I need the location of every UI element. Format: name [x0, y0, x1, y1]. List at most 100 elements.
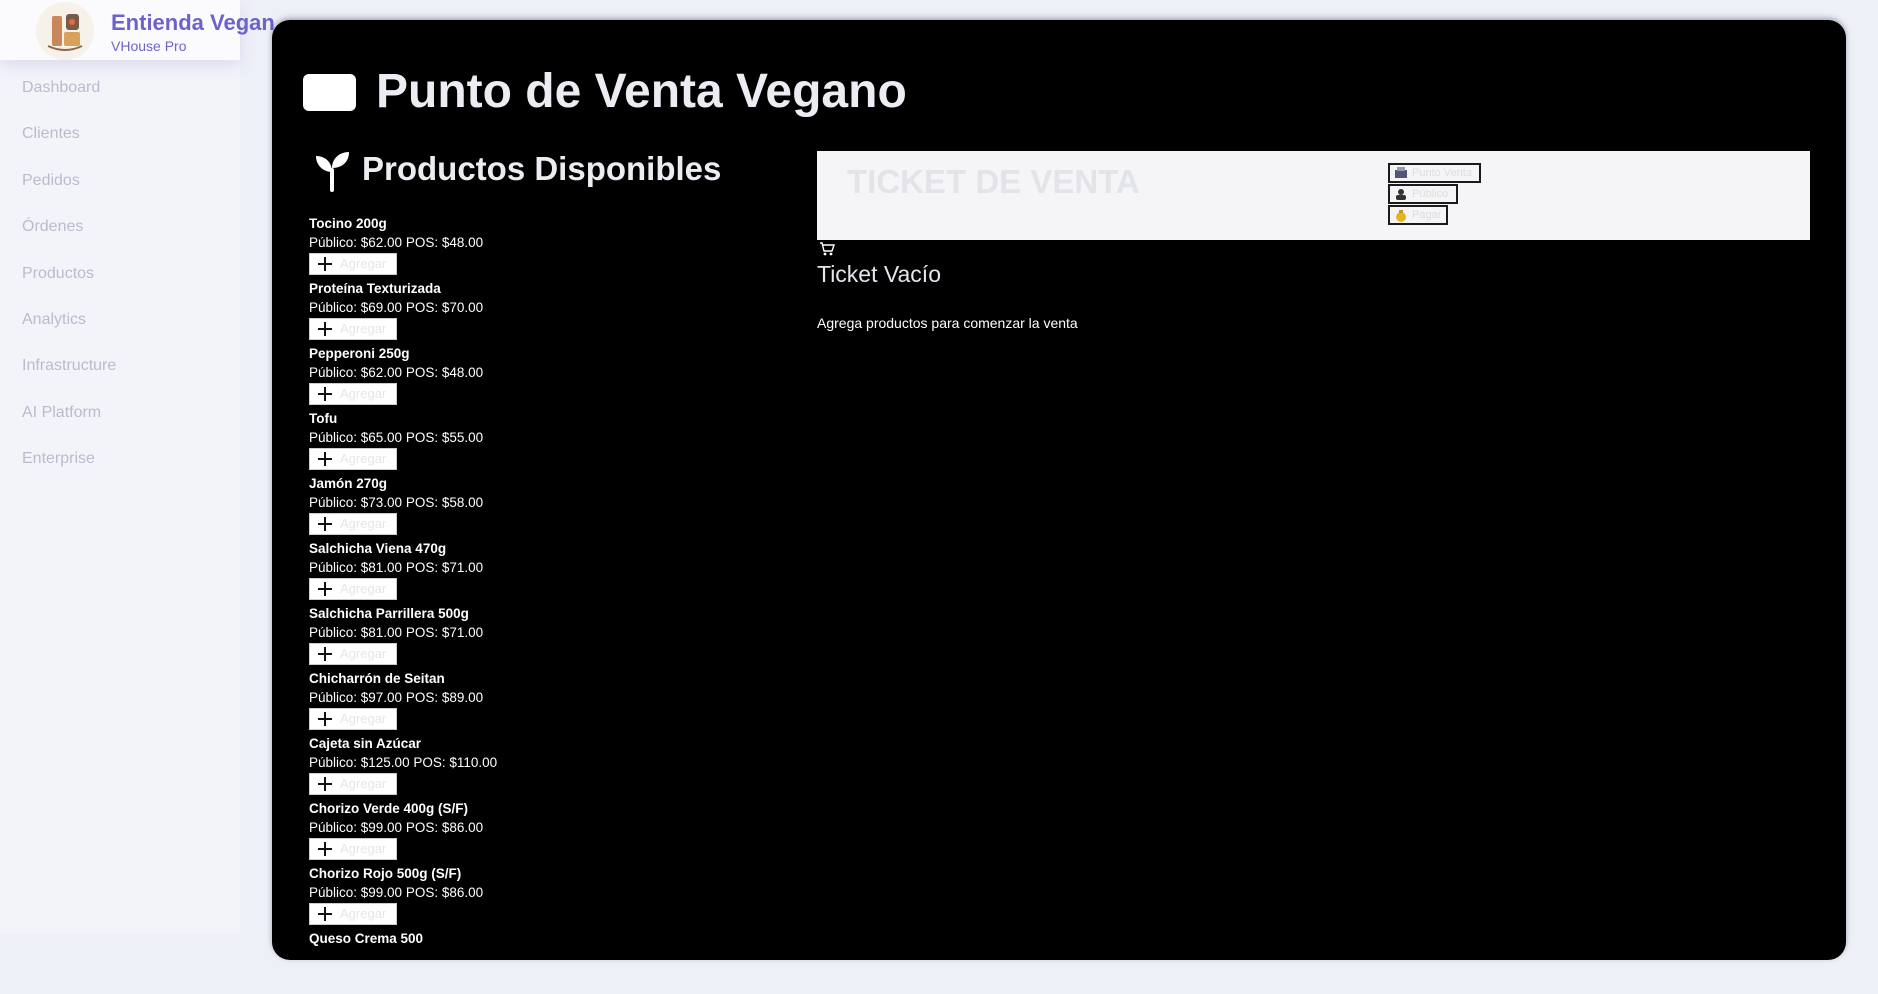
- sidebar-item-infrastructure[interactable]: Infrastructure: [22, 354, 116, 400]
- product-price: Público: $81.00 POS: $71.00: [309, 560, 484, 575]
- add-button-label: Agregar: [340, 321, 387, 336]
- sidebar-item-ordenes[interactable]: Órdenes: [22, 215, 116, 261]
- product-name: Proteína Texturizada: [309, 281, 441, 296]
- brand-header: Entienda Vegan VHouse Pro: [0, 0, 275, 60]
- add-button-label: Agregar: [340, 776, 387, 791]
- punto-venta-option[interactable]: Punto Venta: [1388, 163, 1481, 183]
- product-name: Tofu: [309, 411, 338, 426]
- ticket-title: TICKET DE VENTA: [847, 163, 1140, 200]
- sidebar-item-pedidos[interactable]: Pedidos: [22, 169, 116, 215]
- plus-icon: [318, 387, 332, 401]
- product-item: Proteína Texturizada Público: $69.00 POS…: [309, 279, 497, 344]
- add-product-button[interactable]: Agregar: [309, 773, 397, 795]
- add-product-button[interactable]: Agregar: [309, 578, 397, 600]
- plus-icon: [318, 907, 332, 921]
- product-name: Chorizo Rojo 500g (S/F): [309, 866, 462, 881]
- add-product-button[interactable]: Agregar: [309, 448, 397, 470]
- product-price: Público: $65.00 POS: $55.00: [309, 430, 484, 445]
- sidebar-item-analytics[interactable]: Analytics: [22, 308, 116, 354]
- product-price: Público: $99.00 POS: $86.00: [309, 885, 484, 900]
- plus-icon: [318, 582, 332, 596]
- add-product-button[interactable]: Agregar: [309, 903, 397, 925]
- money-bag-icon: [1396, 210, 1406, 222]
- sidebar-item-enterprise[interactable]: Enterprise: [22, 447, 116, 493]
- pagar-option[interactable]: Pagar: [1388, 205, 1448, 225]
- empty-ticket-title: Ticket Vacío: [817, 261, 941, 287]
- add-button-label: Agregar: [340, 451, 387, 466]
- add-product-button[interactable]: Agregar: [309, 318, 397, 340]
- product-item: Cajeta sin Azúcar Público: $125.00 POS: …: [309, 734, 497, 799]
- plus-icon: [318, 842, 332, 856]
- product-item: Salchicha Viena 470g Público: $81.00 POS…: [309, 539, 497, 604]
- product-item: Chicharrón de Seitan Público: $97.00 POS…: [309, 669, 497, 734]
- plus-icon: [318, 777, 332, 791]
- product-name: Cajeta sin Azúcar: [309, 736, 422, 751]
- main-panel: Punto de Venta Vegano Productos Disponib…: [272, 20, 1846, 960]
- option-label: Punto Venta: [1412, 167, 1472, 179]
- add-button-label: Agregar: [340, 256, 387, 271]
- plus-icon: [318, 257, 332, 271]
- empty-ticket-subtitle: Agrega productos para comenzar la venta: [817, 315, 1078, 331]
- add-button-label: Agregar: [340, 581, 387, 596]
- plus-icon: [318, 712, 332, 726]
- sidebar-nav: Dashboard Clientes Pedidos Órdenes Produ…: [22, 76, 116, 494]
- sprout-icon: [312, 150, 352, 197]
- add-button-label: Agregar: [340, 646, 387, 661]
- product-item: Chorizo Verde 400g (S/F) Público: $99.00…: [309, 799, 497, 864]
- brand-logo[interactable]: [36, 2, 94, 60]
- brand-subtitle: VHouse Pro: [111, 38, 187, 54]
- cart-icon: [819, 242, 835, 261]
- product-item: Jamón 270g Público: $73.00 POS: $58.00 A…: [309, 474, 497, 539]
- sidebar-item-dashboard[interactable]: Dashboard: [22, 76, 116, 122]
- product-price: Público: $62.00 POS: $48.00: [309, 365, 484, 380]
- product-name: Chicharrón de Seitan: [309, 671, 445, 686]
- plus-icon: [318, 322, 332, 336]
- product-price: Público: $81.00 POS: $71.00: [309, 625, 484, 640]
- product-item: Queso Crema 500: [309, 929, 497, 994]
- add-product-button[interactable]: Agregar: [309, 708, 397, 730]
- publico-option[interactable]: Público: [1388, 184, 1458, 204]
- product-name: Salchicha Parrillera 500g: [309, 606, 469, 621]
- product-price: Público: $73.00 POS: $58.00: [309, 495, 484, 510]
- product-name: Chorizo Verde 400g (S/F): [309, 801, 469, 816]
- sidebar-item-clientes[interactable]: Clientes: [22, 122, 116, 168]
- product-name: Jamón 270g: [309, 476, 388, 491]
- option-label: Pagar: [1412, 209, 1442, 221]
- register-icon: [1395, 167, 1407, 178]
- product-price: Público: $69.00 POS: $70.00: [309, 300, 484, 315]
- add-button-label: Agregar: [340, 841, 387, 856]
- product-item: Tofu Público: $65.00 POS: $55.00 Agregar: [309, 409, 497, 474]
- sidebar: Entienda Vegan VHouse Pro Dashboard Clie…: [0, 0, 275, 934]
- add-button-label: Agregar: [340, 711, 387, 726]
- product-price: Público: $97.00 POS: $89.00: [309, 690, 484, 705]
- option-label: Público: [1412, 188, 1449, 200]
- product-item: Chorizo Rojo 500g (S/F) Público: $99.00 …: [309, 864, 497, 929]
- plus-icon: [318, 647, 332, 661]
- product-name: Tocino 200g: [309, 216, 387, 231]
- product-name: Queso Crema 500: [309, 931, 424, 946]
- add-product-button[interactable]: Agregar: [309, 838, 397, 860]
- product-item: Salchicha Parrillera 500g Público: $81.0…: [309, 604, 497, 669]
- product-price: Público: $125.00 POS: $110.00: [309, 755, 498, 770]
- page-title: Punto de Venta Vegano: [376, 65, 907, 118]
- product-item: Tocino 200g Público: $62.00 POS: $48.00 …: [309, 214, 497, 279]
- register-icon: [303, 74, 356, 111]
- plus-icon: [318, 517, 332, 531]
- add-button-label: Agregar: [340, 386, 387, 401]
- plus-icon: [318, 452, 332, 466]
- product-price: Público: $99.00 POS: $86.00: [309, 820, 484, 835]
- sidebar-item-productos[interactable]: Productos: [22, 262, 116, 308]
- sidebar-item-ai-platform[interactable]: AI Platform: [22, 401, 116, 447]
- product-name: Salchicha Viena 470g: [309, 541, 447, 556]
- add-product-button[interactable]: Agregar: [309, 643, 397, 665]
- add-product-button[interactable]: Agregar: [309, 513, 397, 535]
- user-icon: [1396, 189, 1406, 200]
- ticket-header: TICKET DE VENTA Punto Venta Público Paga…: [817, 151, 1810, 240]
- product-price: Público: $62.00 POS: $48.00: [309, 235, 484, 250]
- product-name: Pepperoni 250g: [309, 346, 410, 361]
- product-list: Tocino 200g Público: $62.00 POS: $48.00 …: [309, 214, 497, 994]
- product-item: Pepperoni 250g Público: $62.00 POS: $48.…: [309, 344, 497, 409]
- add-product-button[interactable]: Agregar: [309, 383, 397, 405]
- products-section-title: Productos Disponibles: [362, 150, 722, 187]
- add-product-button[interactable]: Agregar: [309, 253, 397, 275]
